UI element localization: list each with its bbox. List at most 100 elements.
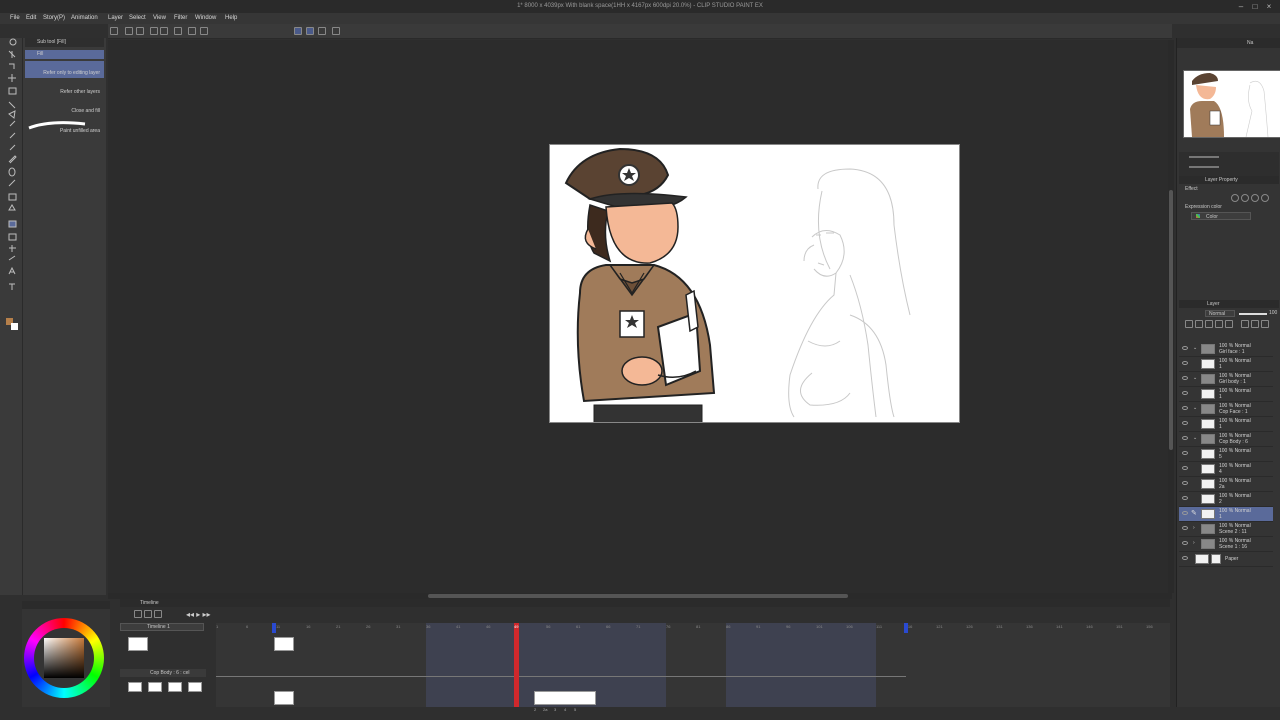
- layer-row[interactable]: › 100 % Normal Scene 1 : 16: [1179, 537, 1273, 552]
- vertical-scrollbar[interactable]: [1168, 40, 1174, 593]
- eye-icon[interactable]: [1182, 346, 1188, 350]
- eye-icon[interactable]: [1182, 511, 1188, 515]
- menu-filter[interactable]: Filter: [174, 15, 187, 21]
- eye-icon[interactable]: [1182, 556, 1188, 560]
- menu-file[interactable]: File: [10, 15, 20, 21]
- camera-cel[interactable]: [274, 637, 294, 651]
- navigator-tab[interactable]: Na: [1247, 40, 1253, 46]
- menu-select[interactable]: Select: [129, 15, 146, 21]
- minimize-icon[interactable]: –: [1236, 2, 1246, 11]
- layer-row[interactable]: 100 % Normal 1: [1179, 417, 1273, 432]
- save-icon[interactable]: [136, 27, 144, 35]
- layer-tab[interactable]: Layer: [1207, 301, 1220, 307]
- menu-help[interactable]: Help: [225, 15, 237, 21]
- document-canvas[interactable]: [549, 144, 960, 423]
- layer-property-tab[interactable]: Layer Property: [1205, 177, 1238, 183]
- sub-tool-paint-unfilled[interactable]: Paint unfilled area: [25, 118, 104, 135]
- color-wheel[interactable]: [24, 618, 104, 698]
- clear-icon[interactable]: [174, 27, 182, 35]
- eye-icon[interactable]: [1182, 376, 1188, 380]
- eye-icon[interactable]: [1182, 496, 1188, 500]
- opacity-slider[interactable]: [1239, 313, 1267, 315]
- track-header[interactable]: Cop Body : 6 : cel: [120, 669, 206, 677]
- layer-row[interactable]: 100 % Normal 2a: [1179, 477, 1273, 492]
- layer-row[interactable]: ⌄ 100 % Normal Cop Face : 1: [1179, 402, 1273, 417]
- camera-track-cel[interactable]: [128, 637, 148, 651]
- layer-row-selected[interactable]: ✎ 100 % Normal 1: [1179, 507, 1273, 522]
- eye-icon[interactable]: [1182, 406, 1188, 410]
- menu-view[interactable]: View: [153, 15, 166, 21]
- sub-tool-tab[interactable]: Sub tool [Fill]: [37, 39, 66, 45]
- eye-icon[interactable]: [1182, 541, 1188, 545]
- layer-row[interactable]: ⌄ 100 % Normal Girl face : 1: [1179, 342, 1273, 357]
- scroll-thumb[interactable]: [1169, 190, 1173, 450]
- layer-row[interactable]: 100 % Normal 1: [1179, 357, 1273, 372]
- redo-icon[interactable]: [160, 27, 168, 35]
- eye-icon[interactable]: [1182, 436, 1188, 440]
- layer-row[interactable]: 100 % Normal 1: [1179, 387, 1273, 402]
- transform-icon[interactable]: [200, 27, 208, 35]
- scroll-thumb[interactable]: [428, 594, 848, 598]
- track-thumbnails[interactable]: [126, 679, 206, 695]
- expression-color-label: Expression color: [1185, 204, 1222, 210]
- layer-row[interactable]: 100 % Normal 4: [1179, 462, 1273, 477]
- navigator-controls[interactable]: [1179, 152, 1279, 176]
- layer-row-paper[interactable]: Paper: [1179, 552, 1273, 567]
- color-square[interactable]: [44, 638, 84, 678]
- undo-icon[interactable]: [150, 27, 158, 35]
- timeline-tab[interactable]: Timeline: [140, 600, 159, 606]
- effect-buttons[interactable]: [1227, 194, 1277, 202]
- layer-blend-controls[interactable]: Normal 100: [1181, 310, 1277, 318]
- layer-row[interactable]: ⌄ 100 % Normal Girl body : 1: [1179, 372, 1273, 387]
- layer-row[interactable]: 100 % Normal 2: [1179, 492, 1273, 507]
- sub-tool-refer-other[interactable]: Refer other layers: [25, 80, 104, 97]
- expression-color-select[interactable]: Color: [1191, 212, 1251, 220]
- layer-thumbnail: [1201, 389, 1215, 399]
- playback-controls-icon[interactable]: ◂◂ ▸ ▸▸: [186, 610, 211, 619]
- maximize-icon[interactable]: □: [1250, 2, 1260, 11]
- timeline-controls[interactable]: ◂◂ ▸ ▸▸: [120, 609, 250, 619]
- pen-mode-icon[interactable]: [294, 27, 302, 35]
- eye-icon[interactable]: [1182, 361, 1188, 365]
- zoom-slider[interactable]: [1189, 156, 1219, 158]
- sub-tool-refer-editing[interactable]: Refer only to editing layer: [25, 61, 104, 78]
- eye-icon[interactable]: [1182, 481, 1188, 485]
- layer-name: 100 % Normal 1: [1219, 508, 1251, 520]
- playhead[interactable]: [514, 623, 519, 707]
- tool-icons[interactable]: [0, 38, 22, 368]
- layer-name: 100 % Normal 1: [1219, 418, 1251, 430]
- eye-icon[interactable]: [1182, 421, 1188, 425]
- frame-ruler[interactable]: 1 6 11 16 21 26 31 36 41 46 56 61 66 71 …: [216, 623, 1170, 631]
- end-marker[interactable]: [904, 623, 908, 633]
- eye-icon[interactable]: [1182, 466, 1188, 470]
- sub-tool-fill[interactable]: Fill: [25, 50, 104, 59]
- pencil-mode-icon[interactable]: [306, 27, 314, 35]
- brush-mode-icon[interactable]: [318, 27, 326, 35]
- fill-icon[interactable]: [188, 27, 196, 35]
- eye-icon[interactable]: [1182, 451, 1188, 455]
- menu-story[interactable]: Story(P): [43, 15, 65, 21]
- navigator-preview[interactable]: [1183, 70, 1280, 138]
- cel-group[interactable]: [534, 691, 596, 705]
- menu-window[interactable]: Window: [195, 15, 216, 21]
- menu-layer[interactable]: Layer: [108, 15, 123, 21]
- menu-animation[interactable]: Animation: [71, 15, 98, 21]
- ruler-icon[interactable]: [332, 27, 340, 35]
- layer-row[interactable]: › 100 % Normal Scene 2 : 11: [1179, 522, 1273, 537]
- layer-row[interactable]: ⌄ 100 % Normal Cop Body : 6: [1179, 432, 1273, 447]
- eye-icon[interactable]: [1182, 526, 1188, 530]
- layer-row[interactable]: 100 % Normal 5: [1179, 447, 1273, 462]
- cel-1[interactable]: [274, 691, 294, 705]
- layer-toolbar[interactable]: [1181, 320, 1277, 334]
- timeline-select[interactable]: Timeline 1: [120, 623, 204, 631]
- frame-area[interactable]: 1 6 11 16 21 26 31 36 41 46 56 61 66 71 …: [216, 623, 1170, 712]
- open-file-icon[interactable]: [125, 27, 133, 35]
- close-icon[interactable]: ×: [1264, 2, 1274, 11]
- menu-edit[interactable]: Edit: [26, 15, 36, 21]
- sub-tool-header: Sub tool [Fill]: [25, 38, 104, 47]
- start-marker[interactable]: [272, 623, 276, 633]
- sub-tool-close-fill[interactable]: Close and fill: [25, 98, 104, 115]
- eye-icon[interactable]: [1182, 391, 1188, 395]
- rotate-slider[interactable]: [1189, 166, 1219, 168]
- new-file-icon[interactable]: [110, 27, 118, 35]
